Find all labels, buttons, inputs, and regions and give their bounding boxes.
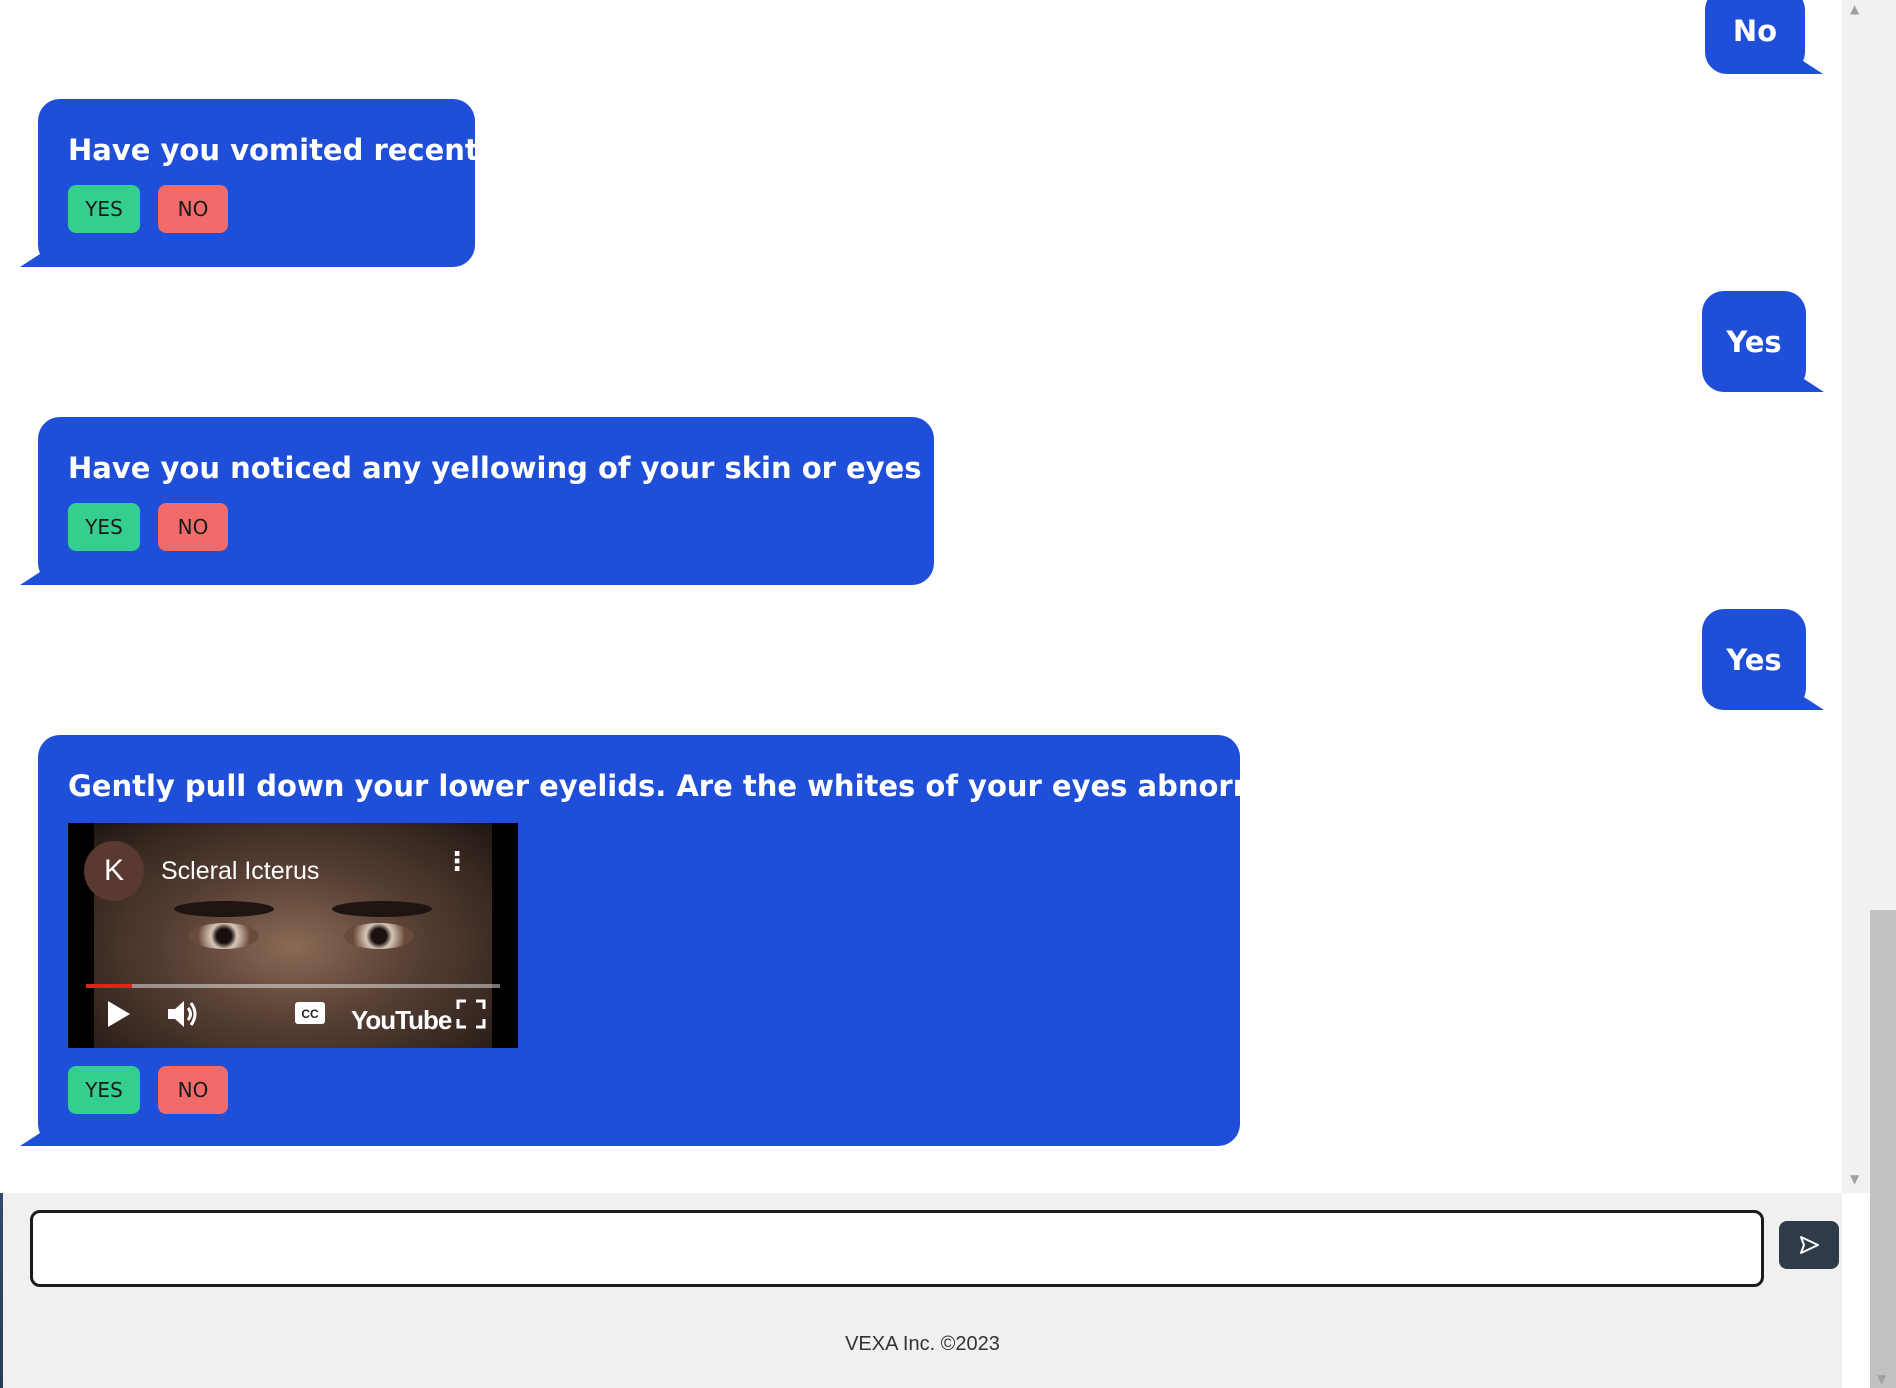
bot-question: Gently pull down your lower eyelids. Are…	[68, 769, 1454, 803]
scroll-up-icon[interactable]: ▲	[1850, 2, 1859, 16]
no-button[interactable]: NO	[158, 503, 228, 551]
page-scrollbar-thumb[interactable]	[1870, 910, 1896, 1388]
channel-avatar[interactable]: K	[84, 841, 144, 901]
no-button[interactable]: NO	[158, 1066, 228, 1114]
video-progress-fill	[86, 984, 132, 988]
video-player[interactable]: K Scleral Icterus ⋮ CC YouTube	[68, 823, 518, 1048]
copyright-text: VEXA Inc. ©2023	[845, 1333, 1000, 1355]
page-scrollbar-track[interactable]	[1870, 0, 1896, 910]
chat-history[interactable]: No Have you vomited recently? YES NO Yes…	[0, 0, 1842, 1193]
bot-message: Have you noticed any yellowing of your s…	[38, 417, 1083, 585]
svg-text:CC: CC	[301, 1007, 319, 1021]
bot-question: Have you vomited recently?	[68, 133, 525, 167]
volume-icon[interactable]	[166, 999, 200, 1034]
user-message: Yes	[1702, 291, 1806, 392]
video-title[interactable]: Scleral Icterus	[161, 857, 319, 886]
user-message: Yes	[1702, 609, 1806, 710]
send-arrow-icon	[1800, 1236, 1819, 1254]
send-button[interactable]	[1779, 1221, 1839, 1269]
more-options-icon[interactable]: ⋮	[444, 849, 470, 875]
bot-message: Gently pull down your lower eyelids. Are…	[38, 735, 1454, 1146]
video-controls: CC YouTube	[68, 998, 518, 1038]
user-message-text: No	[1732, 14, 1778, 48]
fullscreen-icon[interactable]	[456, 999, 486, 1034]
yes-button[interactable]: YES	[68, 185, 140, 233]
play-icon[interactable]	[106, 999, 132, 1034]
user-message-text: Yes	[1726, 642, 1782, 677]
yes-button[interactable]: YES	[68, 503, 140, 551]
bot-message: Have you vomited recently? YES NO	[38, 99, 525, 267]
user-message-text: Yes	[1726, 324, 1782, 359]
chat-scrollbar-track[interactable]	[1842, 0, 1870, 1193]
answer-buttons: YES NO	[68, 1066, 1210, 1114]
message-input[interactable]	[30, 1210, 1764, 1287]
captions-icon[interactable]: CC	[294, 1001, 326, 1030]
bot-question: Have you noticed any yellowing of your s…	[68, 451, 1083, 485]
yes-button[interactable]: YES	[68, 1066, 140, 1114]
message-composer	[3, 1193, 1842, 1301]
user-message: No	[1705, 0, 1805, 74]
answer-buttons: YES NO	[68, 185, 445, 233]
scroll-down-icon[interactable]: ▼	[1850, 1172, 1859, 1186]
youtube-logo[interactable]: YouTube	[351, 1005, 452, 1036]
page-footer: VEXA Inc. ©2023	[3, 1301, 1842, 1388]
no-button[interactable]: NO	[158, 185, 228, 233]
video-progress-bar[interactable]	[86, 984, 500, 988]
page-scrollbar[interactable]: ▲ ▼ ▼	[1842, 0, 1896, 1388]
answer-buttons: YES NO	[68, 503, 904, 551]
page-scroll-down-icon[interactable]: ▼	[1877, 1372, 1886, 1386]
